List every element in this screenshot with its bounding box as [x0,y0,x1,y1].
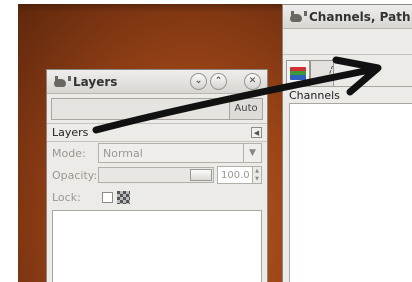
mode-row: Mode: Normal ▼ [47,142,267,164]
layers-window: Layers ⌄ ⌃ ✕ Auto Layers ◀ Mode: Normal … [46,69,268,282]
layers-window-title: Layers [73,74,118,89]
auto-button[interactable]: Auto [229,97,263,120]
close-icon[interactable]: ✕ [244,73,261,90]
channels-list[interactable] [289,103,412,282]
lock-label: Lock: [52,190,81,204]
image-selector-row: Auto [47,94,267,124]
image-selector[interactable] [51,97,237,120]
channels-titlebar[interactable]: Channels, Path [283,5,412,29]
wilber-icon [289,11,307,22]
mode-label: Mode: [52,146,86,160]
desktop-shadow [18,4,308,12]
window-controls: ⌄ ⌃ ✕ [190,73,261,90]
chevron-up-icon[interactable]: ⌃ [210,73,227,90]
layers-titlebar[interactable]: Layers ⌄ ⌃ ✕ [47,70,267,94]
tab-layers-stack[interactable] [286,60,310,86]
mode-value: Normal [103,146,143,160]
opacity-spinner[interactable]: ▲ ▼ [253,166,262,184]
layers-tab[interactable]: Layers ◀ [47,124,267,142]
channels-toolbar [283,29,412,55]
channels-tab-label: Channels [289,88,340,102]
opacity-label: Opacity: [52,168,98,182]
layers-stack-icon [290,66,306,81]
channels-tab-bar [283,55,412,87]
lock-alpha-icon[interactable] [117,190,130,204]
chevron-down-icon[interactable]: ⌄ [190,73,207,90]
screen: Channels, Path Channels Layers ⌄ ⌃ ✕ Aut… [0,0,412,282]
lock-pixels-checkbox[interactable] [102,191,113,203]
paths-icon [311,65,333,82]
opacity-row: Opacity: 100.0 ▲ ▼ [47,164,267,186]
layers-list[interactable] [52,210,262,282]
opacity-input[interactable]: 100.0 [217,166,253,184]
channels-window-title: Channels, Path [309,9,411,24]
mode-select[interactable]: Normal ▼ [98,143,262,163]
dropdown-arrow-icon: ▼ [243,144,261,162]
layers-tab-label: Layers [52,126,89,139]
channels-paths-window: Channels, Path Channels [282,4,412,282]
tab-paths[interactable] [310,60,334,86]
tab-menu-icon[interactable]: ◀ [251,127,262,138]
opacity-slider[interactable] [98,167,214,183]
wilber-icon [53,76,71,87]
lock-row: Lock: [47,186,267,208]
opacity-slider-handle[interactable] [190,169,212,181]
